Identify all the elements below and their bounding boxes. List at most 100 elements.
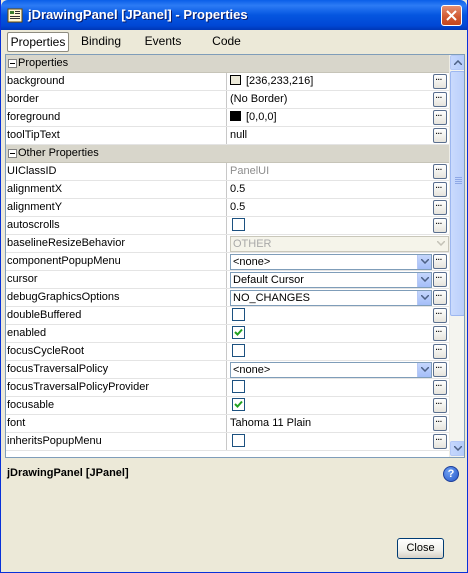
checkbox[interactable] xyxy=(232,344,245,357)
property-name: doubleBuffered xyxy=(6,307,227,324)
property-row-background[interactable]: background [236,233,216] ... xyxy=(6,72,449,91)
title-bar[interactable]: jDrawingPanel [JPanel] - Properties xyxy=(1,0,467,30)
category-other-properties[interactable]: Other Properties xyxy=(6,145,449,163)
property-row-cursor[interactable]: cursor Default Cursor ... xyxy=(6,270,449,289)
ellipsis-button[interactable]: ... xyxy=(433,180,447,197)
property-combo[interactable]: Default Cursor xyxy=(230,272,432,288)
ellipsis-button[interactable]: ... xyxy=(433,198,447,215)
help-icon[interactable]: ? xyxy=(443,466,459,482)
property-name: foreground xyxy=(6,109,227,126)
color-swatch xyxy=(230,111,241,121)
property-row-baselineresizebehavior[interactable]: baselineResizeBehavior OTHER xyxy=(6,235,449,253)
property-row-uiclassid[interactable]: UIClassID PanelUI ... xyxy=(6,162,449,181)
ellipsis-button[interactable]: ... xyxy=(433,432,447,449)
ellipsis-button[interactable]: ... xyxy=(433,378,447,395)
tab-code[interactable]: Code xyxy=(204,32,249,52)
ellipsis-icon: ... xyxy=(435,270,442,281)
property-value: PanelUI xyxy=(230,165,270,177)
tab-events[interactable]: Events xyxy=(138,32,188,52)
property-combo[interactable]: <none> xyxy=(230,254,432,270)
property-row-font[interactable]: font Tahoma 11 Plain ... xyxy=(6,414,449,433)
ellipsis-button[interactable]: ... xyxy=(433,90,447,107)
property-row-inheritspopupmenu[interactable]: inheritsPopupMenu ... xyxy=(6,432,449,451)
ellipsis-button[interactable]: ... xyxy=(433,162,447,179)
color-swatch xyxy=(230,75,241,85)
property-row-debuggraphicsoptions[interactable]: debugGraphicsOptions NO_CHANGES ... xyxy=(6,288,449,307)
property-row-border[interactable]: border (No Border) ... xyxy=(6,90,449,109)
property-value[interactable]: (No Border) xyxy=(228,91,432,108)
app-icon xyxy=(7,8,23,23)
ellipsis-button[interactable]: ... xyxy=(433,324,447,341)
property-row-focusable[interactable]: focusable ... xyxy=(6,396,449,415)
collapse-icon[interactable] xyxy=(8,59,17,68)
ellipsis-button[interactable]: ... xyxy=(433,72,447,89)
property-value[interactable]: 0.5 xyxy=(228,199,432,216)
tab-properties[interactable]: Properties xyxy=(7,32,69,52)
ellipsis-icon: ... xyxy=(435,198,442,209)
collapse-icon[interactable] xyxy=(8,149,17,158)
property-value[interactable]: [0,0,0] xyxy=(228,109,432,126)
property-row-foreground[interactable]: foreground [0,0,0] ... xyxy=(6,108,449,127)
ellipsis-button[interactable]: ... xyxy=(433,108,447,125)
checkbox[interactable] xyxy=(232,326,245,339)
scroll-down-button[interactable] xyxy=(450,441,464,456)
property-value xyxy=(228,397,432,414)
ellipsis-button[interactable]: ... xyxy=(433,396,447,413)
property-value[interactable]: [236,233,216] xyxy=(228,73,432,90)
property-row-alignmentx[interactable]: alignmentX 0.5 ... xyxy=(6,180,449,199)
property-combo[interactable]: NO_CHANGES xyxy=(230,290,432,306)
property-row-componentpopupmenu[interactable]: componentPopupMenu <none> ... xyxy=(6,252,449,271)
ellipsis-button[interactable]: ... xyxy=(433,414,447,431)
checkbox[interactable] xyxy=(232,434,245,447)
property-row-alignmenty[interactable]: alignmentY 0.5 ... xyxy=(6,198,449,217)
dropdown-arrow-icon[interactable] xyxy=(417,291,431,305)
property-name: font xyxy=(6,415,227,432)
property-name: debugGraphicsOptions xyxy=(6,289,227,306)
checkbox[interactable] xyxy=(232,380,245,393)
ellipsis-button[interactable]: ... xyxy=(433,360,447,377)
property-value[interactable]: Tahoma 11 Plain xyxy=(228,415,432,432)
ellipsis-icon: ... xyxy=(435,72,442,83)
description-area: jDrawingPanel [JPanel] ? Close xyxy=(5,461,465,568)
property-row-focuscycleroot[interactable]: focusCycleRoot ... xyxy=(6,342,449,361)
ellipsis-button[interactable]: ... xyxy=(433,306,447,323)
property-row-tooltiptext[interactable]: toolTipText null ... xyxy=(6,126,449,145)
ellipsis-button[interactable]: ... xyxy=(433,252,447,269)
dropdown-arrow-icon[interactable] xyxy=(417,273,431,287)
ellipsis-button[interactable]: ... xyxy=(433,126,447,143)
tab-binding[interactable]: Binding xyxy=(75,32,127,52)
property-name: alignmentY xyxy=(6,199,227,216)
ellipsis-button[interactable]: ... xyxy=(433,342,447,359)
dropdown-arrow-icon[interactable] xyxy=(417,363,431,377)
combo-value: <none> xyxy=(233,364,271,376)
close-button[interactable]: Close xyxy=(397,538,444,559)
vertical-scrollbar[interactable] xyxy=(449,55,464,457)
ellipsis-icon: ... xyxy=(435,126,442,137)
dropdown-arrow-icon[interactable] xyxy=(417,255,431,269)
property-combo[interactable]: <none> xyxy=(230,362,432,378)
category-properties[interactable]: Properties xyxy=(6,55,449,73)
ellipsis-icon: ... xyxy=(435,396,442,407)
ellipsis-button[interactable]: ... xyxy=(433,270,447,287)
property-row-autoscrolls[interactable]: autoscrolls ... xyxy=(6,216,449,235)
dropdown-arrow-icon xyxy=(434,237,448,251)
property-value[interactable]: 0.5 xyxy=(228,181,432,198)
property-name: focusTraversalPolicy xyxy=(6,361,227,378)
property-row-focustraversalpolicy[interactable]: focusTraversalPolicy <none> ... xyxy=(6,360,449,379)
property-row-focustraversalpolicyprovider[interactable]: focusTraversalPolicyProvider ... xyxy=(6,378,449,397)
ellipsis-button[interactable]: ... xyxy=(433,288,447,305)
property-value[interactable]: null xyxy=(228,127,432,144)
property-name: enabled xyxy=(6,325,227,342)
ellipsis-icon: ... xyxy=(435,414,442,425)
property-row-enabled[interactable]: enabled ... xyxy=(6,324,449,343)
window-close-button[interactable] xyxy=(441,5,462,26)
checkbox[interactable] xyxy=(232,308,245,321)
scroll-thumb[interactable] xyxy=(450,71,464,316)
ellipsis-button[interactable]: ... xyxy=(433,216,447,233)
ellipsis-icon: ... xyxy=(435,162,442,173)
scroll-up-button[interactable] xyxy=(450,55,464,70)
category-label: Properties xyxy=(18,57,69,69)
property-row-doublebuffered[interactable]: doubleBuffered ... xyxy=(6,306,449,325)
checkbox[interactable] xyxy=(232,398,245,411)
checkbox[interactable] xyxy=(232,218,245,231)
